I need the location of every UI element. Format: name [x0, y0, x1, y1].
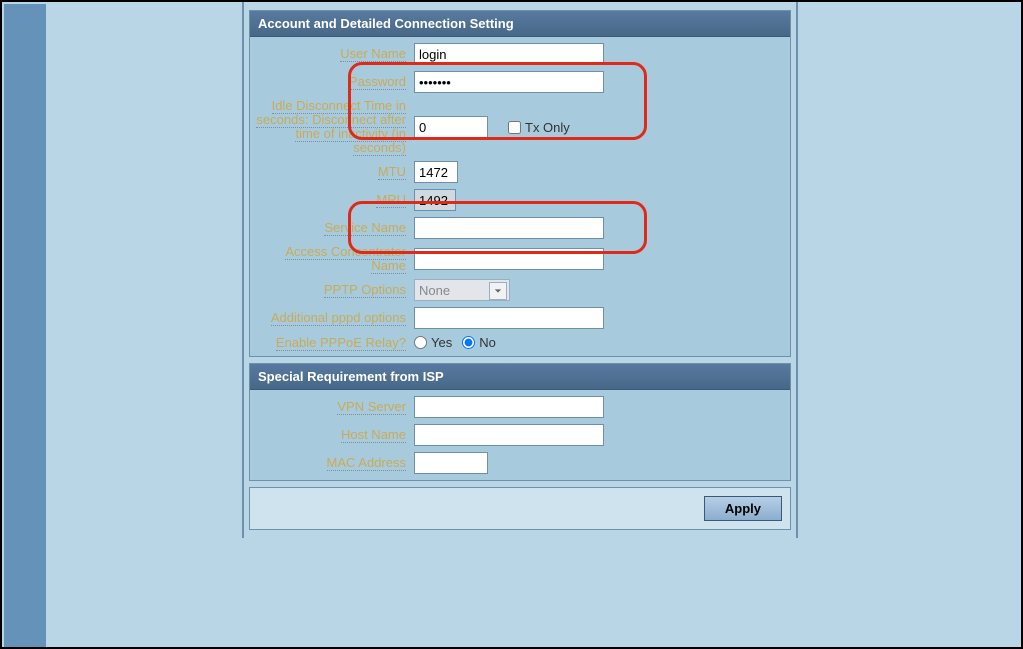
row-vpn-server: VPN Server [250, 393, 790, 421]
idle-input[interactable] [414, 116, 488, 138]
pppd-options-input[interactable] [414, 307, 604, 329]
row-mru: MRU [250, 186, 790, 214]
label-service-name: Service Name [324, 220, 406, 236]
password-input[interactable] [414, 71, 604, 93]
row-enable-relay: Enable PPPoE Relay? Yes No [250, 332, 790, 353]
relay-no-radio[interactable] [462, 336, 475, 349]
main-content: Account and Detailed Connection Setting … [242, 2, 798, 538]
vpn-server-input[interactable] [414, 396, 604, 418]
label-ac-name: Access ConcentratorName [285, 244, 406, 274]
mac-address-input[interactable] [414, 452, 488, 474]
isp-section-header: Special Requirement from ISP [250, 364, 790, 390]
account-section-body: User Name Password Idle Disconnect Time … [250, 37, 790, 356]
chevron-down-icon [489, 282, 507, 300]
label-enable-relay: Enable PPPoE Relay? [276, 335, 406, 351]
label-pppd-options: Additional pppd options [271, 310, 406, 326]
label-user-name: User Name [340, 46, 406, 62]
row-host-name: Host Name [250, 421, 790, 449]
label-yes: Yes [431, 335, 452, 350]
relay-yes-radio[interactable] [414, 336, 427, 349]
label-mtu: MTU [378, 164, 406, 180]
label-idle: Idle Disconnect Time in seconds: Disconn… [250, 99, 412, 155]
row-pppd-options: Additional pppd options [250, 304, 790, 332]
isp-section: Special Requirement from ISP VPN Server … [249, 363, 791, 481]
row-idle: Idle Disconnect Time in seconds: Disconn… [250, 96, 790, 158]
tx-only-checkbox[interactable] [508, 121, 521, 134]
row-pptp-options: PPTP Options None [250, 276, 790, 304]
account-section-header: Account and Detailed Connection Setting [250, 11, 790, 37]
label-tx-only: Tx Only [525, 120, 570, 135]
row-mac-address: MAC Address [250, 449, 790, 477]
viewport: Account and Detailed Connection Setting … [0, 0, 1023, 649]
label-mru: MRU [376, 192, 406, 208]
label-password: Password [349, 74, 406, 90]
label-mac-address: MAC Address [327, 455, 406, 471]
pptp-options-select[interactable]: None [414, 279, 510, 301]
label-vpn-server: VPN Server [337, 399, 406, 415]
row-ac-name: Access ConcentratorName [250, 242, 790, 276]
apply-button[interactable]: Apply [704, 496, 782, 521]
isp-section-body: VPN Server Host Name MAC Address [250, 390, 790, 480]
row-password: Password [250, 68, 790, 96]
ac-name-input[interactable] [414, 248, 604, 270]
label-host-name: Host Name [341, 427, 406, 443]
row-service-name: Service Name [250, 214, 790, 242]
pptp-options-value: None [419, 283, 450, 298]
row-user-name: User Name [250, 40, 790, 68]
button-bar: Apply [249, 487, 791, 530]
label-pptp-options: PPTP Options [324, 282, 406, 298]
host-name-input[interactable] [414, 424, 604, 446]
account-section: Account and Detailed Connection Setting … [249, 10, 791, 357]
mtu-input[interactable] [414, 161, 458, 183]
service-name-input[interactable] [414, 217, 604, 239]
mru-input[interactable] [414, 189, 456, 211]
sidebar [4, 4, 46, 647]
user-name-input[interactable] [414, 43, 604, 65]
label-no: No [479, 335, 496, 350]
row-mtu: MTU [250, 158, 790, 186]
